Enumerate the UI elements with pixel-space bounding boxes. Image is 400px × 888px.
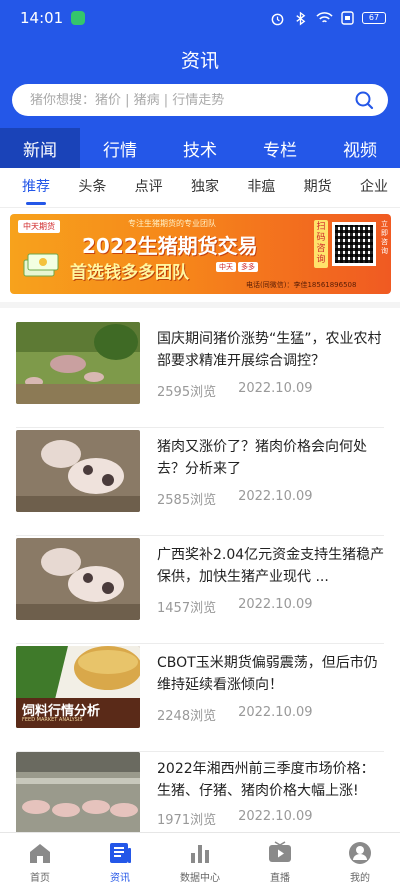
sub-tabs: 推荐 头条 点评 独家 非瘟 期货 企业: [0, 168, 400, 208]
banner-badge-left: 中天: [216, 262, 236, 272]
news-title: 广西奖补2.04亿元资金支持生猪稳产保供，加快生猪产业现代 ...: [157, 547, 385, 585]
news-item[interactable]: 广西奖补2.04亿元资金支持生猪稳产保供，加快生猪产业现代 ... 1457浏览…: [0, 538, 400, 644]
nav-data-center[interactable]: 数据中心: [160, 833, 240, 888]
banner-side-cta: 立即咨询: [381, 220, 388, 255]
news-title: 2022年湘西州前三季度市场价格：生猪、仔猪、猪肉价格大幅上涨!: [157, 761, 375, 799]
subtab-exclusive[interactable]: 独家: [191, 168, 219, 208]
chart-icon: [191, 845, 209, 863]
thumb-subcaption: FEED MARKET ANALYSIS: [22, 717, 83, 723]
status-bar: 14:01 67: [0, 0, 400, 36]
bottom-nav: 首页 资讯 数据中心 直播 我的: [0, 832, 400, 888]
news-icon: [110, 843, 131, 863]
subtab-headlines[interactable]: 头条: [78, 168, 106, 208]
news-views: 1457浏览: [157, 601, 217, 616]
status-time: 14:01: [20, 9, 64, 27]
battery-icon: 67: [362, 12, 386, 24]
nav-home[interactable]: 首页: [0, 833, 80, 888]
news-date: 2022.10.09: [238, 381, 313, 396]
news-thumbnail-piglets: [16, 538, 140, 620]
home-icon: [30, 844, 50, 863]
search-icon[interactable]: [354, 90, 374, 110]
news-views: 2248浏览: [157, 709, 217, 724]
news-title: CBOT玉米期货偏弱震荡，但后市仍维持延续看涨倾向！: [157, 655, 378, 693]
tab-market[interactable]: 行情: [80, 128, 160, 168]
bluetooth-icon: [296, 11, 306, 25]
news-title: 国庆期间猪价涨势“生猛”，农业农村部要求精准开展综合调控？: [157, 331, 382, 369]
news-thumbnail-pig-farm: [16, 752, 140, 834]
banner-cta: 扫码咨询: [314, 220, 328, 268]
subtab-asf[interactable]: 非瘟: [247, 168, 275, 208]
money-stack-icon: [23, 253, 59, 277]
news-title: 猪肉又涨价了？猪肉价格会向何处去？分析来了: [157, 439, 367, 477]
section-divider: [0, 302, 400, 308]
user-icon: [349, 842, 371, 864]
live-icon: [269, 841, 291, 862]
news-date: 2022.10.09: [238, 597, 313, 612]
nav-live[interactable]: 直播: [240, 833, 320, 888]
tab-technology[interactable]: 技术: [160, 128, 240, 168]
sim-icon: [341, 11, 354, 25]
subtab-commentary[interactable]: 点评: [135, 168, 163, 208]
alarm-icon: [271, 13, 284, 25]
message-notification-icon: [71, 11, 86, 25]
promo-banner[interactable]: 中天期货 专注生猪期货的专业团队 2022生猪期货交易 首选钱多多团队 中天 多…: [10, 214, 391, 294]
banner-subline: 首选钱多多团队: [70, 263, 189, 283]
news-date: 2022.10.09: [238, 489, 313, 504]
nav-profile[interactable]: 我的: [320, 833, 400, 888]
news-views: 2595浏览: [157, 385, 217, 400]
tab-news[interactable]: 新闻: [0, 128, 80, 168]
tab-video[interactable]: 视频: [320, 128, 400, 168]
banner-headline: 2022生猪期货交易: [82, 234, 258, 258]
news-item[interactable]: 2022年湘西州前三季度市场价格：生猪、仔猪、猪肉价格大幅上涨! 1971浏览 …: [0, 752, 400, 834]
news-date: 2022.10.09: [238, 809, 313, 824]
news-item[interactable]: 猪肉又涨价了？猪肉价格会向何处去？分析来了 2585浏览 2022.10.09: [0, 430, 400, 536]
app-header: 14:01 67 资讯 新闻 行情 技术 专栏 视频: [0, 0, 400, 168]
news-views: 1971浏览: [157, 813, 217, 828]
news-item[interactable]: 饲料行情分析 FEED MARKET ANALYSIS CBOT玉米期货偏弱震荡…: [0, 646, 400, 752]
subtab-recommended[interactable]: 推荐: [22, 168, 50, 208]
nav-label: 我的: [350, 873, 370, 884]
news-thumbnail-feed-analysis: 饲料行情分析 FEED MARKET ANALYSIS: [16, 646, 140, 728]
news-views: 2585浏览: [157, 493, 217, 508]
news-thumbnail-pigs-in-field: [16, 322, 140, 404]
search-bar[interactable]: [12, 84, 388, 116]
main-tabs: 新闻 行情 技术 专栏 视频: [0, 128, 400, 168]
subtab-futures[interactable]: 期货: [304, 168, 332, 208]
banner-logo: 中天期货: [18, 220, 60, 233]
news-date: 2022.10.09: [238, 705, 313, 720]
nav-label: 直播: [270, 873, 290, 884]
subtab-enterprise[interactable]: 企业: [360, 168, 388, 208]
page-title: 资讯: [180, 50, 219, 72]
nav-label: 数据中心: [180, 873, 220, 884]
banner-badge-right: 多多: [238, 262, 258, 272]
qr-code-icon: [332, 222, 376, 266]
nav-label: 首页: [30, 873, 50, 884]
nav-news[interactable]: 资讯: [80, 833, 160, 888]
news-item[interactable]: 国庆期间猪价涨势“生猛”，农业农村部要求精准开展综合调控？ 2595浏览 202…: [0, 322, 400, 428]
banner-phone: 电话(同微信)：李佳18561896508: [246, 281, 357, 289]
news-thumbnail-piglets: [16, 430, 140, 512]
tab-column[interactable]: 专栏: [240, 128, 320, 168]
wifi-icon: [316, 12, 333, 23]
search-input[interactable]: [30, 92, 340, 108]
nav-label: 资讯: [110, 873, 130, 884]
banner-tagline: 专注生猪期货的专业团队: [128, 219, 216, 228]
